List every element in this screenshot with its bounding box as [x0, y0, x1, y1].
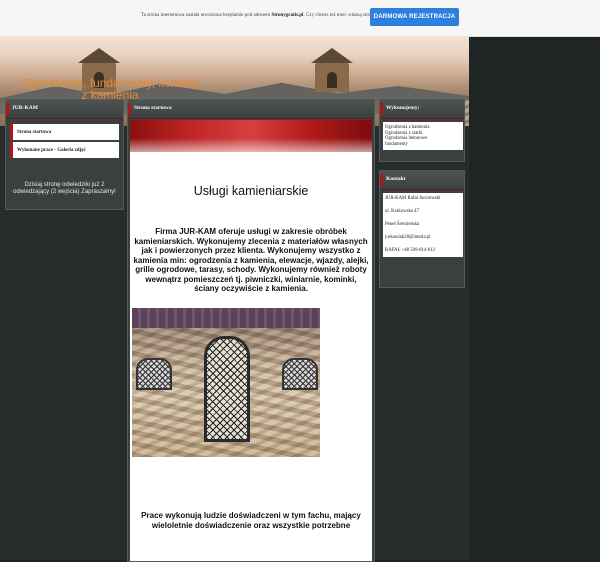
stone-fence-photo	[132, 308, 320, 457]
main-content: Strona startowa Usługi kamieniarskie Fir…	[127, 99, 375, 562]
promo-notice: Ta strona internetowa została utworzona …	[141, 13, 378, 18]
red-banner-image	[130, 120, 372, 152]
contact-details: JUR-KAM Rafał Jurczewski ul. Krakowska 4…	[383, 193, 463, 257]
site-title: Ogrodzenia, fundamenty, kominki z kamien…	[21, 76, 199, 102]
services-list: Ogrodzenia z kamienia Ogrodzenia z siatk…	[383, 122, 463, 150]
center-box-title: Strona startowa	[134, 105, 172, 111]
services-box: Wykonujemy: Ogrodzenia z kamienia Ogrodz…	[379, 99, 465, 162]
experience-paragraph: Prace wykonują ludzie doświadczeni w tym…	[141, 511, 361, 530]
menu-item-gallery[interactable]: Wykonane prace - Galeria zdjęć	[10, 142, 119, 158]
contact-box-header: Kontakt	[380, 171, 464, 190]
contact-phone: RAFAŁ +48 509-814-612	[385, 248, 436, 253]
promo-site-link[interactable]: Stronygratis.pl	[271, 13, 303, 18]
services-box-title: Wykonujemy:	[386, 105, 420, 111]
register-button[interactable]: DARMOWA REJESTRACJA	[370, 8, 459, 26]
left-box-header: JUR-KAM	[6, 100, 123, 119]
left-box-title: JUR-KAM	[12, 105, 38, 111]
stone-house-image	[311, 48, 353, 92]
left-sidebar: JUR-KAM Strona startowa Wykonane prace -…	[5, 99, 124, 210]
main-menu: Strona startowa Wykonane prace - Galeria…	[10, 124, 119, 160]
content-panel: Usługi kamieniarskie Firma JUR-KAM oferu…	[130, 120, 372, 561]
services-box-header: Wykonujemy:	[380, 100, 464, 119]
contact-box-title: Kontakt	[386, 176, 406, 182]
contact-box: Kontakt JUR-KAM Rafał Jurczewski ul. Kra…	[379, 170, 465, 288]
page-wrapper: Ogrodzenia, fundamenty, kominki z kamien…	[0, 36, 469, 562]
page-heading: Usługi kamieniarskie	[193, 184, 309, 198]
visitor-counter: Dzisiaj stronę odwiedziło już 2 odwiedza…	[13, 182, 116, 195]
service-item: fundamenty	[385, 141, 408, 147]
promo-bar: Ta strona internetowa została utworzona …	[0, 0, 600, 37]
center-box-header: Strona startowa	[128, 100, 374, 119]
menu-item-home[interactable]: Strona startowa	[10, 124, 119, 140]
intro-paragraph: Firma JUR-KAM oferuje usługi w zakresie …	[133, 227, 369, 293]
